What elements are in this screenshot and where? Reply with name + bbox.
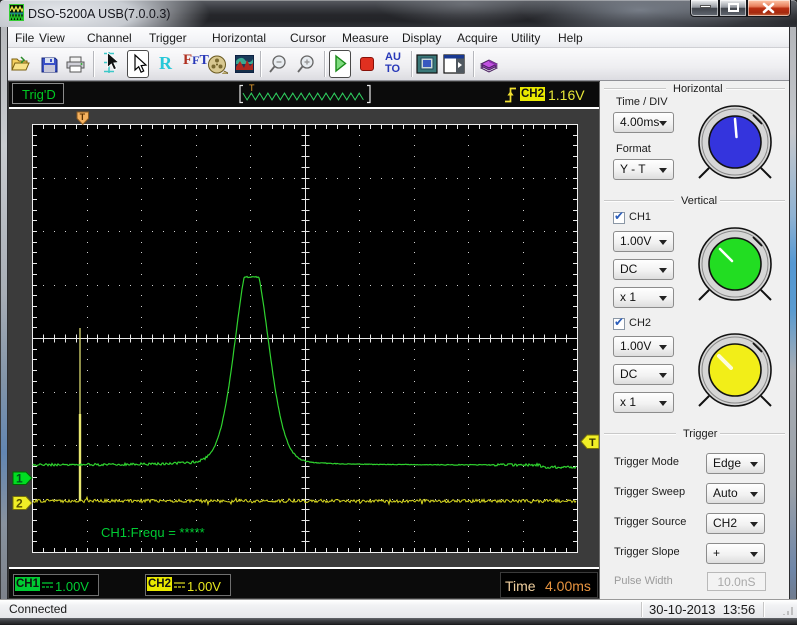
svg-text:T: T	[80, 112, 86, 122]
svg-text:T: T	[589, 437, 596, 449]
svg-text:T: T	[249, 83, 255, 93]
svg-text:CH1:Frequ = *****: CH1:Frequ = *****	[101, 525, 205, 540]
svg-text:1: 1	[16, 472, 23, 486]
svg-text:2: 2	[16, 497, 23, 511]
